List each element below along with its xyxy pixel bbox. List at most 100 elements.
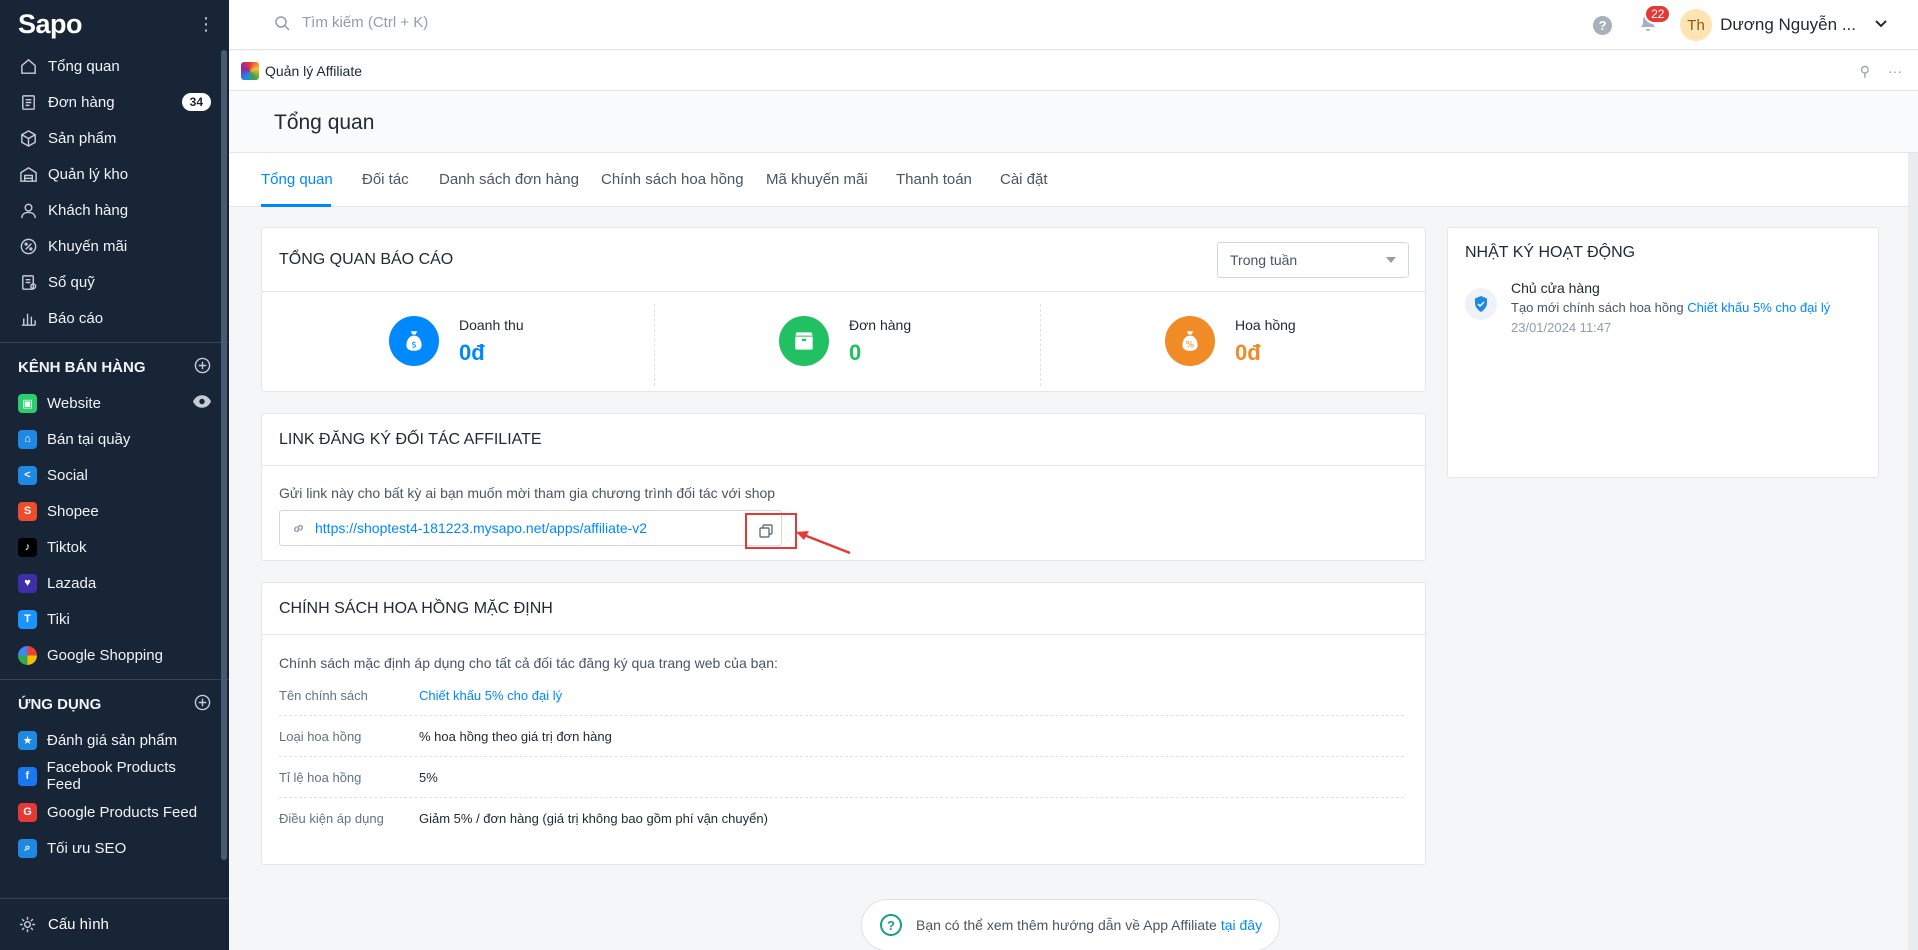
activity-action: Tạo mới chính sách hoa hồng xyxy=(1511,300,1684,315)
tab-promo-codes[interactable]: Mã khuyến mãi xyxy=(766,171,868,188)
commission-label: Hoa hồng xyxy=(1235,316,1296,333)
revenue-label: Doanh thu xyxy=(459,316,524,333)
period-select[interactable]: Trong tuần xyxy=(1217,242,1409,278)
sidebar-item-cashbook[interactable]: Sổ quỹ xyxy=(0,264,229,300)
pin-icon[interactable]: ⚲ xyxy=(1860,63,1870,80)
sidebar-item-label: Google Products Feed xyxy=(47,803,198,821)
sidebar-item-customers[interactable]: Khách hàng xyxy=(0,192,229,228)
package-icon xyxy=(779,316,829,366)
page-scrollbar[interactable] xyxy=(1908,153,1918,950)
avatar[interactable]: Th xyxy=(1680,9,1713,41)
more-icon[interactable]: ··· xyxy=(1888,63,1902,80)
add-channel-icon[interactable] xyxy=(194,357,211,378)
sidebar-item-pos[interactable]: ⌂ Bán tại quầy xyxy=(0,421,229,457)
sidebar-item-label: Social xyxy=(47,466,88,484)
policy-row: Điều kiện áp dụng Giảm 5% / đơn hàng (gi… xyxy=(279,798,1404,839)
sidebar-item-shopee[interactable]: S Shopee xyxy=(0,493,229,529)
activity-log-card: NHẬT KÝ HOẠT ĐỘNG Chủ cửa hàng Tạo mới c… xyxy=(1447,227,1879,478)
sidebar-divider xyxy=(0,342,229,343)
sidebar-item-lazada[interactable]: ♥ Lazada xyxy=(0,565,229,601)
share-icon: < xyxy=(18,465,37,485)
orders-stat: Đơn hàng 0 xyxy=(779,316,911,366)
sidebar-item-reports[interactable]: Báo cáo xyxy=(0,300,229,336)
activity-entry: Chủ cửa hàng Tạo mới chính sách hoa hồng… xyxy=(1511,278,1830,338)
tab-bar: Tổng quan Đối tác Danh sách đơn hàng Chí… xyxy=(229,153,1908,207)
sidebar-item-website[interactable]: ▣ Website xyxy=(0,385,229,421)
stat-divider xyxy=(654,304,655,386)
sidebar-header: Sapo ⋮ xyxy=(0,0,229,48)
tab-partners[interactable]: Đối tác xyxy=(362,171,409,188)
sidebar-item-label: Bán tại quầy xyxy=(47,430,131,448)
tiktok-icon: ♪ xyxy=(18,537,37,557)
user-icon xyxy=(18,200,38,220)
sidebar-item-facebook-feed[interactable]: f Facebook Products Feed xyxy=(0,758,229,794)
chart-icon xyxy=(18,308,38,328)
sales-channels-title: KÊNH BÁN HÀNG xyxy=(18,358,146,376)
orders-label: Đơn hàng xyxy=(849,316,912,333)
svg-text:$: $ xyxy=(411,341,417,351)
sidebar-item-overview[interactable]: Tổng quan xyxy=(0,48,229,84)
policy-name-link[interactable]: Chiết khấu 5% cho đại lý xyxy=(419,688,562,703)
commission-stat: % Hoa hồng 0đ xyxy=(1165,316,1296,366)
sidebar-item-label: Lazada xyxy=(47,574,97,592)
sidebar-item-label: Google Shopping xyxy=(47,646,163,664)
policy-description: Chính sách mặc định áp dụng cho tất cả đ… xyxy=(279,655,778,671)
copy-icon xyxy=(759,524,773,538)
orders-value: 0 xyxy=(849,339,862,365)
top-bar: Tìm kiếm (Ctrl + K) ? 22 Th Dương Nguyễn… xyxy=(229,0,1918,50)
help-link[interactable]: tại đây xyxy=(1221,917,1262,933)
add-app-icon[interactable] xyxy=(194,694,211,715)
copy-link-button[interactable] xyxy=(745,513,797,549)
sidebar-item-label: Website xyxy=(47,394,101,412)
policy-value: 5% xyxy=(419,769,438,785)
sidebar-item-social[interactable]: < Social xyxy=(0,457,229,493)
search-input[interactable]: Tìm kiếm (Ctrl + K) xyxy=(302,14,428,31)
affiliate-link-header: LINK ĐĂNG KÝ ĐỐI TÁC AFFILIATE xyxy=(262,414,1425,466)
policy-key: Điều kiện áp dụng xyxy=(279,811,384,826)
user-name[interactable]: Dương Nguyễn ... xyxy=(1720,15,1856,35)
sidebar-item-tiki[interactable]: T Tiki xyxy=(0,601,229,637)
global-search[interactable]: Tìm kiếm (Ctrl + K) xyxy=(274,14,428,31)
star-icon: ★ xyxy=(18,730,37,750)
sidebar-item-google-feed[interactable]: G Google Products Feed xyxy=(0,794,229,830)
sidebar-item-tiktok[interactable]: ♪ Tiktok xyxy=(0,529,229,565)
report-title: TỔNG QUAN BÁO CÁO xyxy=(279,250,454,268)
tab-order-list[interactable]: Danh sách đơn hàng xyxy=(439,171,579,188)
sidebar-item-products[interactable]: Sản phẩm xyxy=(0,120,229,156)
sidebar-item-product-reviews[interactable]: ★ Đánh giá sản phẩm xyxy=(0,722,229,758)
sidebar-item-label: Khách hàng xyxy=(48,201,129,219)
affiliate-link-title: LINK ĐĂNG KÝ ĐỐI TÁC AFFILIATE xyxy=(279,430,542,448)
sidebar-menu-icon[interactable]: ⋮ xyxy=(197,14,215,35)
orders-stat-text: Đơn hàng 0 xyxy=(849,317,911,366)
caret-down-icon xyxy=(1386,257,1396,263)
sidebar-item-seo[interactable]: ⌕ Tối ưu SEO xyxy=(0,830,229,866)
tab-settings[interactable]: Cài đặt xyxy=(1000,171,1048,188)
sidebar-scrollbar[interactable] xyxy=(221,50,227,860)
sidebar-item-orders[interactable]: Đơn hàng 34 xyxy=(0,84,229,120)
policy-header: CHÍNH SÁCH HOA HỒNG MẶC ĐỊNH xyxy=(262,583,1425,635)
eye-icon[interactable] xyxy=(193,394,211,412)
sidebar-item-settings[interactable]: Cấu hình xyxy=(0,898,229,950)
tab-overview[interactable]: Tổng quan xyxy=(261,171,333,188)
google-shopping-icon xyxy=(18,645,37,665)
ledger-icon xyxy=(18,272,38,292)
activity-log-title: NHẬT KÝ HOẠT ĐỘNG xyxy=(1465,244,1636,261)
sapo-logo[interactable]: Sapo xyxy=(18,9,83,40)
sidebar-item-label: Tổng quan xyxy=(48,57,120,75)
affiliate-url[interactable]: https://shoptest4-181223.mysapo.net/apps… xyxy=(315,520,647,536)
annotation-arrow-icon xyxy=(796,531,851,555)
notifications-button[interactable]: 22 xyxy=(1638,4,1672,37)
help-icon[interactable]: ? xyxy=(1593,15,1613,35)
sidebar-item-inventory[interactable]: Quản lý kho xyxy=(0,156,229,192)
sidebar-item-label: Sản phẩm xyxy=(48,129,117,147)
sidebar-item-promotions[interactable]: Khuyến mãi xyxy=(0,228,229,264)
chevron-down-icon[interactable] xyxy=(1874,16,1888,34)
affiliate-link-field[interactable]: https://shoptest4-181223.mysapo.net/apps… xyxy=(279,510,797,549)
apps-header: ỨNG DỤNG xyxy=(0,686,229,722)
tab-commission-policy[interactable]: Chính sách hoa hồng xyxy=(601,171,744,188)
help-text: Bạn có thể xem thêm hướng dẫn về App Aff… xyxy=(916,917,1217,933)
box-icon xyxy=(18,128,38,148)
sidebar-item-google-shopping[interactable]: Google Shopping xyxy=(0,637,229,673)
activity-target-link[interactable]: Chiết khấu 5% cho đại lý xyxy=(1687,300,1830,315)
tab-payments[interactable]: Thanh toán xyxy=(896,171,972,188)
